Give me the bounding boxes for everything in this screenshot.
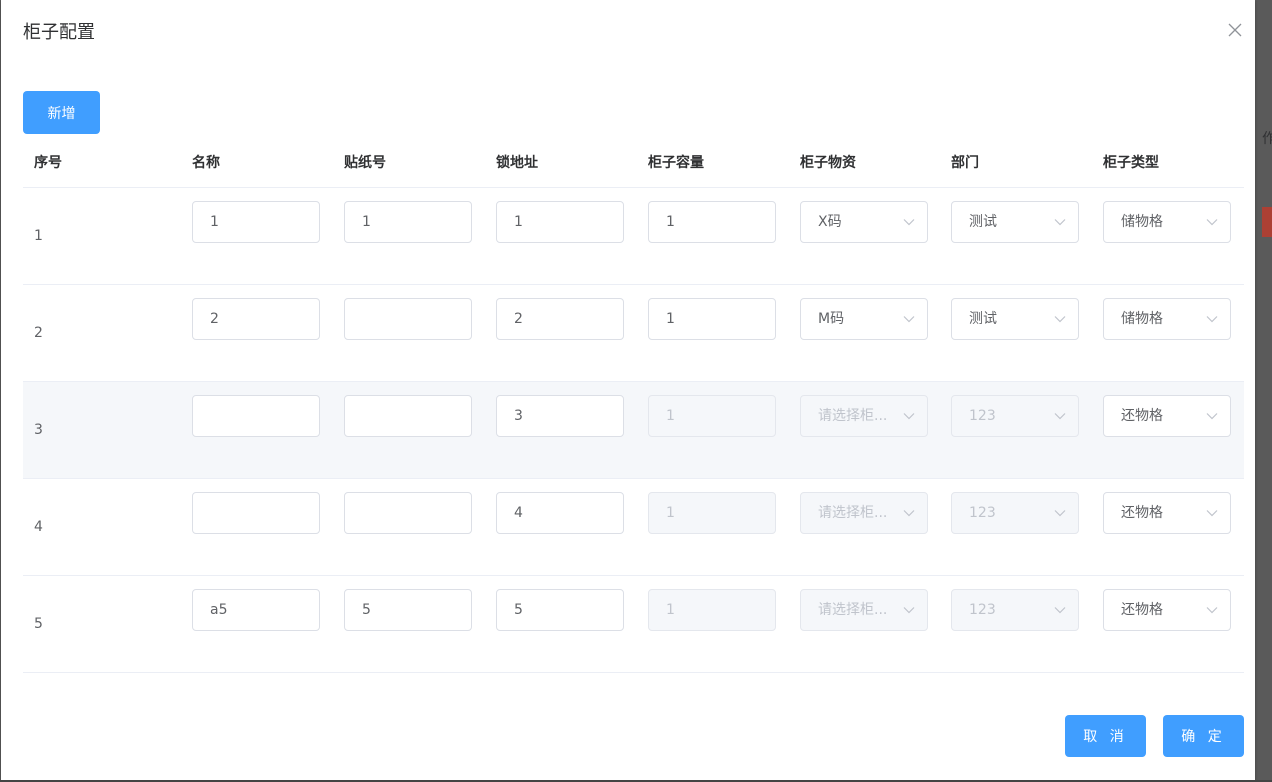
capacity-input: 1 bbox=[648, 395, 776, 437]
cabinet-table: 序号 名称 贴纸号 锁地址 柜子容量 柜子物资 部门 柜子类型 1 1 1 1 1 X码测… bbox=[23, 140, 1244, 673]
chevron-down-icon bbox=[903, 316, 915, 323]
name-input[interactable]: 1 bbox=[192, 201, 320, 243]
sticker-input[interactable] bbox=[344, 298, 472, 340]
chevron-down-icon bbox=[1206, 413, 1218, 420]
material-select: 请选择柜... bbox=[800, 492, 928, 534]
table-row: 4 4 1 请选择柜... 123 还物格 bbox=[23, 479, 1244, 576]
table-row: 5 a5 5 5 1 请选择柜... 123 还物格 bbox=[23, 576, 1244, 673]
material-select[interactable]: M码 bbox=[800, 298, 928, 340]
chevron-down-icon bbox=[903, 607, 915, 614]
material-select-value: 请选择柜... bbox=[818, 408, 888, 424]
chevron-down-icon bbox=[1054, 316, 1066, 323]
sticker-input[interactable] bbox=[344, 492, 472, 534]
material-select-value: 请选择柜... bbox=[818, 505, 888, 521]
cabinet-type-select-value: 还物格 bbox=[1121, 505, 1163, 521]
name-input[interactable] bbox=[192, 395, 320, 437]
table-row: 2 2 2 1 M码 测试 储物格 bbox=[23, 285, 1244, 382]
header-lock: 锁地址 bbox=[496, 155, 538, 171]
department-select-value: 测试 bbox=[969, 214, 997, 230]
table-row: 3 3 1 请选择柜... 123 还物格 bbox=[23, 382, 1244, 479]
lock-address-input[interactable]: 2 bbox=[496, 298, 624, 340]
chevron-down-icon bbox=[1054, 607, 1066, 614]
material-select: 请选择柜... bbox=[800, 589, 928, 631]
department-select[interactable]: 测试 bbox=[951, 201, 1079, 243]
name-input[interactable] bbox=[192, 492, 320, 534]
row-seq: 2 bbox=[34, 325, 43, 341]
sticker-input[interactable] bbox=[344, 395, 472, 437]
department-select-value: 测试 bbox=[969, 311, 997, 327]
chevron-down-icon bbox=[903, 510, 915, 517]
capacity-input: 1 bbox=[648, 492, 776, 534]
cabinet-type-select[interactable]: 还物格 bbox=[1103, 589, 1231, 631]
material-select-value: X码 bbox=[818, 214, 842, 230]
material-select: 请选择柜... bbox=[800, 395, 928, 437]
material-select-value: 请选择柜... bbox=[818, 602, 888, 618]
cabinet-type-select[interactable]: 储物格 bbox=[1103, 201, 1231, 243]
background-text-fragment: 作 bbox=[1262, 131, 1272, 147]
lock-address-input[interactable]: 3 bbox=[496, 395, 624, 437]
name-input[interactable]: a5 bbox=[192, 589, 320, 631]
cabinet-type-select[interactable]: 储物格 bbox=[1103, 298, 1231, 340]
header-capacity: 柜子容量 bbox=[648, 155, 704, 171]
department-select: 123 bbox=[951, 589, 1079, 631]
department-select-value: 123 bbox=[969, 602, 996, 618]
table-row: 1 1 1 1 1 X码 测试 储物格 bbox=[23, 188, 1244, 285]
lock-address-input[interactable]: 4 bbox=[496, 492, 624, 534]
chevron-down-icon bbox=[1206, 316, 1218, 323]
chevron-down-icon bbox=[1206, 510, 1218, 517]
lock-address-input[interactable]: 1 bbox=[496, 201, 624, 243]
header-name: 名称 bbox=[192, 155, 220, 171]
dialog-title: 柜子配置 bbox=[23, 22, 95, 43]
chevron-down-icon bbox=[1054, 219, 1066, 226]
capacity-input[interactable]: 1 bbox=[648, 298, 776, 340]
row-seq: 3 bbox=[34, 422, 43, 438]
chevron-down-icon bbox=[903, 219, 915, 226]
department-select[interactable]: 测试 bbox=[951, 298, 1079, 340]
header-seq: 序号 bbox=[34, 155, 62, 171]
cabinet-config-dialog: 柜子配置 新增 序号 名称 贴纸号 锁地址 柜子容量 柜子物资 部门 柜子类型 … bbox=[1, 0, 1255, 780]
capacity-input: 1 bbox=[648, 589, 776, 631]
cabinet-type-select-value: 储物格 bbox=[1121, 214, 1163, 230]
sticker-input[interactable]: 1 bbox=[344, 201, 472, 243]
chevron-down-icon bbox=[1054, 413, 1066, 420]
department-select: 123 bbox=[951, 492, 1079, 534]
row-seq: 1 bbox=[34, 228, 43, 244]
department-select: 123 bbox=[951, 395, 1079, 437]
cancel-button[interactable]: 取 消 bbox=[1065, 715, 1146, 757]
material-select[interactable]: X码 bbox=[800, 201, 928, 243]
chevron-down-icon bbox=[1206, 607, 1218, 614]
name-input[interactable]: 2 bbox=[192, 298, 320, 340]
row-seq: 5 bbox=[34, 616, 43, 632]
cabinet-type-select-value: 储物格 bbox=[1121, 311, 1163, 327]
header-material: 柜子物资 bbox=[800, 155, 856, 171]
close-icon[interactable] bbox=[1227, 22, 1243, 38]
sticker-input[interactable]: 5 bbox=[344, 589, 472, 631]
row-seq: 4 bbox=[34, 519, 43, 535]
header-sticker: 贴纸号 bbox=[344, 155, 386, 171]
cabinet-type-select-value: 还物格 bbox=[1121, 408, 1163, 424]
chevron-down-icon bbox=[1054, 510, 1066, 517]
background-red-fragment bbox=[1262, 207, 1272, 237]
header-type: 柜子类型 bbox=[1103, 155, 1159, 171]
chevron-down-icon bbox=[903, 413, 915, 420]
department-select-value: 123 bbox=[969, 408, 996, 424]
chevron-down-icon bbox=[1206, 219, 1218, 226]
confirm-button[interactable]: 确 定 bbox=[1163, 715, 1244, 757]
capacity-input[interactable]: 1 bbox=[648, 201, 776, 243]
cabinet-type-select-value: 还物格 bbox=[1121, 602, 1163, 618]
department-select-value: 123 bbox=[969, 505, 996, 521]
header-dept: 部门 bbox=[951, 155, 979, 171]
cabinet-type-select[interactable]: 还物格 bbox=[1103, 492, 1231, 534]
material-select-value: M码 bbox=[818, 311, 845, 327]
table-header: 序号 名称 贴纸号 锁地址 柜子容量 柜子物资 部门 柜子类型 bbox=[23, 140, 1244, 188]
table-body: 1 1 1 1 1 X码 测试 储物格 2 2 2 1 M码 测试 储物格 3 3 1 请选择柜... 123 还物格 4… bbox=[23, 188, 1244, 673]
lock-address-input[interactable]: 5 bbox=[496, 589, 624, 631]
add-button[interactable]: 新增 bbox=[23, 91, 100, 134]
cabinet-type-select[interactable]: 还物格 bbox=[1103, 395, 1231, 437]
